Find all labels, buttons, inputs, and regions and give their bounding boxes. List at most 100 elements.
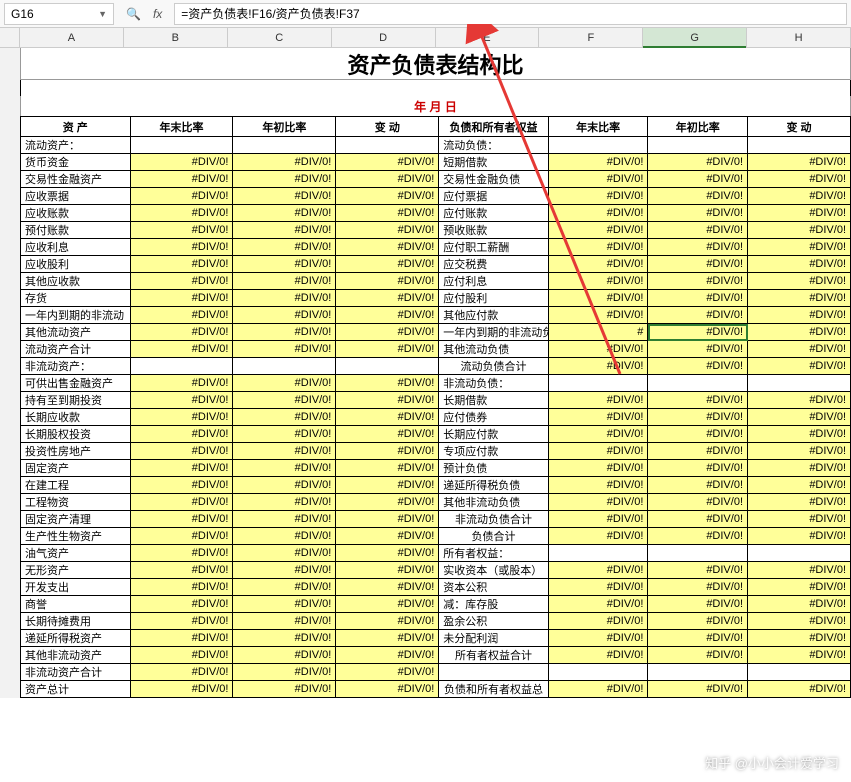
table-row[interactable]: 其他应收款#DIV/0!#DIV/0!#DIV/0!应付利息#DIV/0!#DI… <box>21 273 851 290</box>
value-cell[interactable]: #DIV/0! <box>748 222 851 239</box>
value-cell[interactable]: #DIV/0! <box>130 545 233 562</box>
value-cell[interactable]: #DIV/0! <box>548 630 648 647</box>
value-cell[interactable]: #DIV/0! <box>648 171 748 188</box>
value-cell[interactable]: #DIV/0! <box>648 222 748 239</box>
value-cell[interactable]: #DIV/0! <box>748 528 851 545</box>
name-box[interactable]: G16 ▼ <box>4 3 114 25</box>
liab-label[interactable]: 其他流动负债 <box>439 341 549 358</box>
value-cell[interactable]: #DIV/0! <box>336 205 439 222</box>
value-cell[interactable] <box>648 545 748 562</box>
table-row[interactable]: 流动资产合计#DIV/0!#DIV/0!#DIV/0!其他流动负债#DIV/0!… <box>21 341 851 358</box>
value-cell[interactable]: #DIV/0! <box>548 647 648 664</box>
value-cell[interactable]: #DIV/0! <box>233 426 336 443</box>
asset-label[interactable]: 固定资产清理 <box>21 511 131 528</box>
asset-label[interactable]: 开发支出 <box>21 579 131 596</box>
value-cell[interactable]: #DIV/0! <box>648 239 748 256</box>
table-row[interactable]: 持有至到期投资#DIV/0!#DIV/0!#DIV/0!长期借款#DIV/0!#… <box>21 392 851 409</box>
value-cell[interactable]: #DIV/0! <box>233 630 336 647</box>
value-cell[interactable]: #DIV/0! <box>130 290 233 307</box>
value-cell[interactable]: #DIV/0! <box>130 171 233 188</box>
asset-label[interactable]: 生产性生物资产 <box>21 528 131 545</box>
value-cell[interactable]: #DIV/0! <box>548 222 648 239</box>
value-cell[interactable]: #DIV/0! <box>130 324 233 341</box>
value-cell[interactable]: #DIV/0! <box>233 596 336 613</box>
value-cell[interactable]: #DIV/0! <box>548 307 648 324</box>
table-row[interactable]: 长期股权投资#DIV/0!#DIV/0!#DIV/0!长期应付款#DIV/0!#… <box>21 426 851 443</box>
value-cell[interactable]: #DIV/0! <box>336 392 439 409</box>
value-cell[interactable]: #DIV/0! <box>748 426 851 443</box>
value-cell[interactable]: #DIV/0! <box>748 358 851 375</box>
value-cell[interactable]: #DIV/0! <box>748 460 851 477</box>
value-cell[interactable]: #DIV/0! <box>336 647 439 664</box>
value-cell[interactable]: #DIV/0! <box>648 290 748 307</box>
table-row[interactable]: 应收股利#DIV/0!#DIV/0!#DIV/0!应交税费#DIV/0!#DIV… <box>21 256 851 273</box>
table-row[interactable]: 递延所得税资产#DIV/0!#DIV/0!#DIV/0!未分配利润#DIV/0!… <box>21 630 851 647</box>
value-cell[interactable]: #DIV/0! <box>336 511 439 528</box>
value-cell[interactable]: #DIV/0! <box>336 596 439 613</box>
liab-label[interactable]: 非流动负债合计 <box>439 511 549 528</box>
value-cell[interactable]: #DIV/0! <box>130 579 233 596</box>
asset-label[interactable]: 商誉 <box>21 596 131 613</box>
value-cell[interactable]: #DIV/0! <box>748 511 851 528</box>
table-row[interactable]: 资产总计#DIV/0!#DIV/0!#DIV/0! 负债和所有者权益总#DIV/… <box>21 681 851 698</box>
value-cell[interactable]: #DIV/0! <box>648 528 748 545</box>
table-row[interactable]: 固定资产清理#DIV/0!#DIV/0!#DIV/0! 非流动负债合计#DIV/… <box>21 511 851 528</box>
asset-label[interactable]: 固定资产 <box>21 460 131 477</box>
value-cell[interactable]: #DIV/0! <box>130 562 233 579</box>
liab-label[interactable]: 应付股利 <box>439 290 549 307</box>
asset-label[interactable]: 无形资产 <box>21 562 131 579</box>
value-cell[interactable]: #DIV/0! <box>336 273 439 290</box>
value-cell[interactable]: #DIV/0! <box>648 511 748 528</box>
value-cell[interactable]: #DIV/0! <box>130 426 233 443</box>
value-cell[interactable]: #DIV/0! <box>336 494 439 511</box>
asset-label[interactable]: 存货 <box>21 290 131 307</box>
table-row[interactable]: 其他流动资产#DIV/0!#DIV/0!#DIV/0!一年内到期的非流动负#!▾… <box>21 324 851 341</box>
select-all-corner[interactable] <box>0 28 20 47</box>
value-cell[interactable]: #DIV/0! <box>336 409 439 426</box>
liab-label[interactable]: 未分配利润 <box>439 630 549 647</box>
value-cell[interactable]: #DIV/0! <box>130 494 233 511</box>
value-cell[interactable]: #DIV/0! <box>233 188 336 205</box>
liab-label[interactable]: 其他应付款 <box>439 307 549 324</box>
value-cell[interactable]: #DIV/0! <box>648 273 748 290</box>
table-row[interactable]: 长期待摊费用#DIV/0!#DIV/0!#DIV/0!盈余公积#DIV/0!#D… <box>21 613 851 630</box>
value-cell[interactable]: #DIV/0! <box>336 528 439 545</box>
value-cell[interactable]: #DIV/0! <box>233 545 336 562</box>
value-cell[interactable]: #DIV/0! <box>336 188 439 205</box>
liab-label[interactable]: 应付利息 <box>439 273 549 290</box>
table-row[interactable]: 应收账款#DIV/0!#DIV/0!#DIV/0!应付账款#DIV/0!#DIV… <box>21 205 851 222</box>
fx-icon[interactable]: fx <box>153 7 162 21</box>
value-cell[interactable]: #DIV/0! <box>548 613 648 630</box>
liab-label[interactable]: 流动负债： <box>439 137 549 154</box>
value-cell[interactable]: #DIV/0! <box>648 613 748 630</box>
value-cell[interactable]: #DIV/0! <box>233 460 336 477</box>
asset-label[interactable]: 可供出售金融资产 <box>21 375 131 392</box>
value-cell[interactable]: #DIV/0! <box>748 273 851 290</box>
value-cell[interactable]: #DIV/0! <box>336 239 439 256</box>
value-cell[interactable]: #DIV/0! <box>130 256 233 273</box>
value-cell[interactable]: #DIV/0! <box>233 528 336 545</box>
value-cell[interactable]: #DIV/0! <box>130 222 233 239</box>
value-cell[interactable]: #DIV/0! <box>130 307 233 324</box>
liab-label[interactable]: 应交税费 <box>439 256 549 273</box>
value-cell[interactable]: #DIV/0! <box>130 154 233 171</box>
value-cell[interactable]: #DIV/0! <box>648 630 748 647</box>
value-cell[interactable] <box>336 358 439 375</box>
data-table[interactable]: 资 产 年末比率 年初比率 变 动 负债和所有者权益 年末比率 年初比率 变 动… <box>20 116 851 698</box>
liab-label[interactable]: 实收资本（或股本） <box>439 562 549 579</box>
zoom-icon[interactable]: 🔍 <box>126 7 141 21</box>
value-cell[interactable]: #DIV/0! <box>648 426 748 443</box>
value-cell[interactable]: #DIV/0! <box>130 477 233 494</box>
value-cell[interactable]: #DIV/0! <box>233 409 336 426</box>
value-cell[interactable]: #DIV/0! <box>233 273 336 290</box>
value-cell[interactable]: #DIV/0! <box>233 443 336 460</box>
value-cell[interactable]: #DIV/0! <box>130 630 233 647</box>
value-cell[interactable]: #DIV/0! <box>336 290 439 307</box>
value-cell[interactable]: #DIV/0! <box>233 205 336 222</box>
value-cell[interactable]: #DIV/0! <box>648 443 748 460</box>
value-cell[interactable]: #DIV/0! <box>648 409 748 426</box>
table-row[interactable]: 非流动资产： 流动负债合计#DIV/0!#DIV/0!#DIV/0! <box>21 358 851 375</box>
value-cell[interactable]: #DIV/0! <box>336 154 439 171</box>
table-row[interactable]: 长期应收款#DIV/0!#DIV/0!#DIV/0!应付债券#DIV/0!#DI… <box>21 409 851 426</box>
selected-cell[interactable]: #DIV/0! <box>648 324 748 341</box>
